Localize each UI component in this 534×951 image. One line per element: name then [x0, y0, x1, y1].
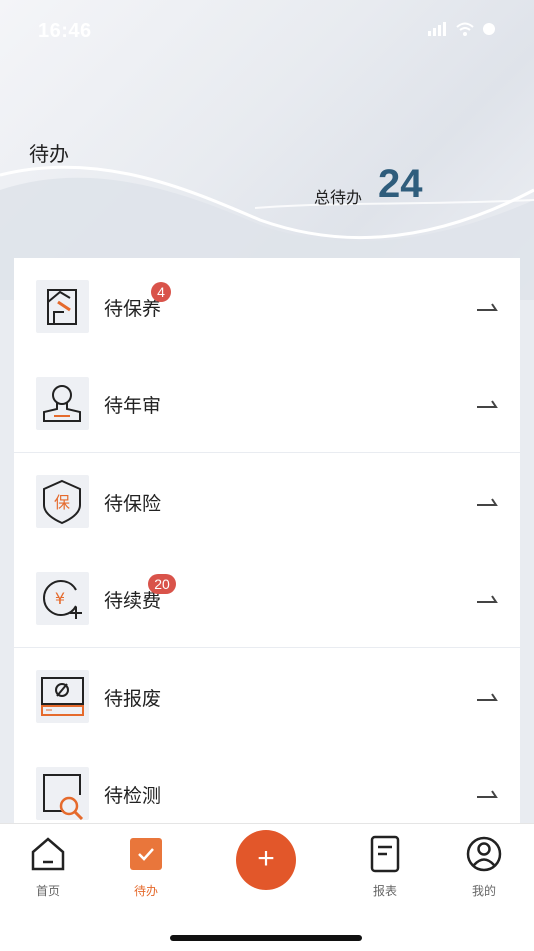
status-bar: 16:46: [0, 0, 534, 64]
bottom-tab-bar: 首页 待办 + 报表 我的: [0, 823, 534, 951]
todo-check-icon: [130, 838, 162, 870]
task-group-card: 保 待保险 ¥ 待续费 20: [14, 453, 520, 647]
task-row-scrap[interactable]: 待报废: [14, 648, 520, 745]
report-icon: [370, 835, 400, 873]
arrow-right-icon: [477, 595, 498, 603]
user-profile-icon: [466, 836, 502, 872]
maintenance-icon: [36, 280, 89, 333]
tab-mine[interactable]: 我的: [449, 834, 519, 899]
tab-report[interactable]: 报表: [350, 834, 420, 899]
total-todo-count: 24: [378, 162, 423, 206]
home-icon: [31, 837, 65, 871]
svg-text:¥: ¥: [55, 589, 65, 608]
status-time: 16:46: [38, 20, 92, 42]
plus-icon: +: [257, 842, 275, 875]
signal-icon: [428, 22, 446, 36]
add-button[interactable]: +: [236, 830, 296, 890]
home-indicator: [170, 935, 362, 941]
task-row-insurance[interactable]: 保 待保险: [14, 453, 520, 550]
task-row-annual-review[interactable]: 待年审: [14, 355, 520, 452]
status-icons: [428, 22, 496, 36]
annual-review-icon: [36, 377, 89, 430]
task-label: 待检测: [104, 785, 162, 807]
page-title: 待办: [29, 142, 69, 166]
task-label: 待年审: [104, 395, 162, 417]
tab-label: 我的: [471, 884, 496, 898]
arrow-right-icon: [477, 693, 498, 701]
arrow-right-icon: [477, 498, 498, 506]
arrow-right-icon: [477, 400, 498, 408]
arrow-right-icon: [477, 790, 498, 798]
wifi-icon: [456, 22, 474, 36]
tab-label: 报表: [372, 884, 397, 898]
tab-label: 首页: [35, 884, 60, 898]
task-label: 待保险: [104, 493, 162, 515]
inspection-icon: [36, 767, 89, 820]
task-group-card: 待报废 待检测: [14, 648, 520, 828]
task-row-renewal[interactable]: ¥ 待续费 20: [14, 550, 520, 647]
insurance-shield-icon: 保: [36, 475, 89, 528]
count-badge: 4: [151, 282, 171, 302]
scrap-icon: [36, 670, 89, 723]
task-row-maintenance[interactable]: 待保养 4: [14, 258, 520, 355]
arrow-right-icon: [477, 303, 498, 311]
tab-home[interactable]: 首页: [13, 834, 83, 899]
task-label: 待报废: [104, 688, 162, 710]
count-badge: 20: [148, 574, 176, 594]
total-todo-label: 总待办: [314, 188, 363, 207]
battery-icon: [483, 23, 495, 35]
svg-text:保: 保: [54, 493, 70, 512]
renewal-fee-icon: ¥: [36, 572, 89, 625]
tab-label: 待办: [133, 884, 158, 898]
task-group-card: 待保养 4 待年审: [14, 258, 520, 452]
tab-todo[interactable]: 待办: [111, 834, 181, 899]
